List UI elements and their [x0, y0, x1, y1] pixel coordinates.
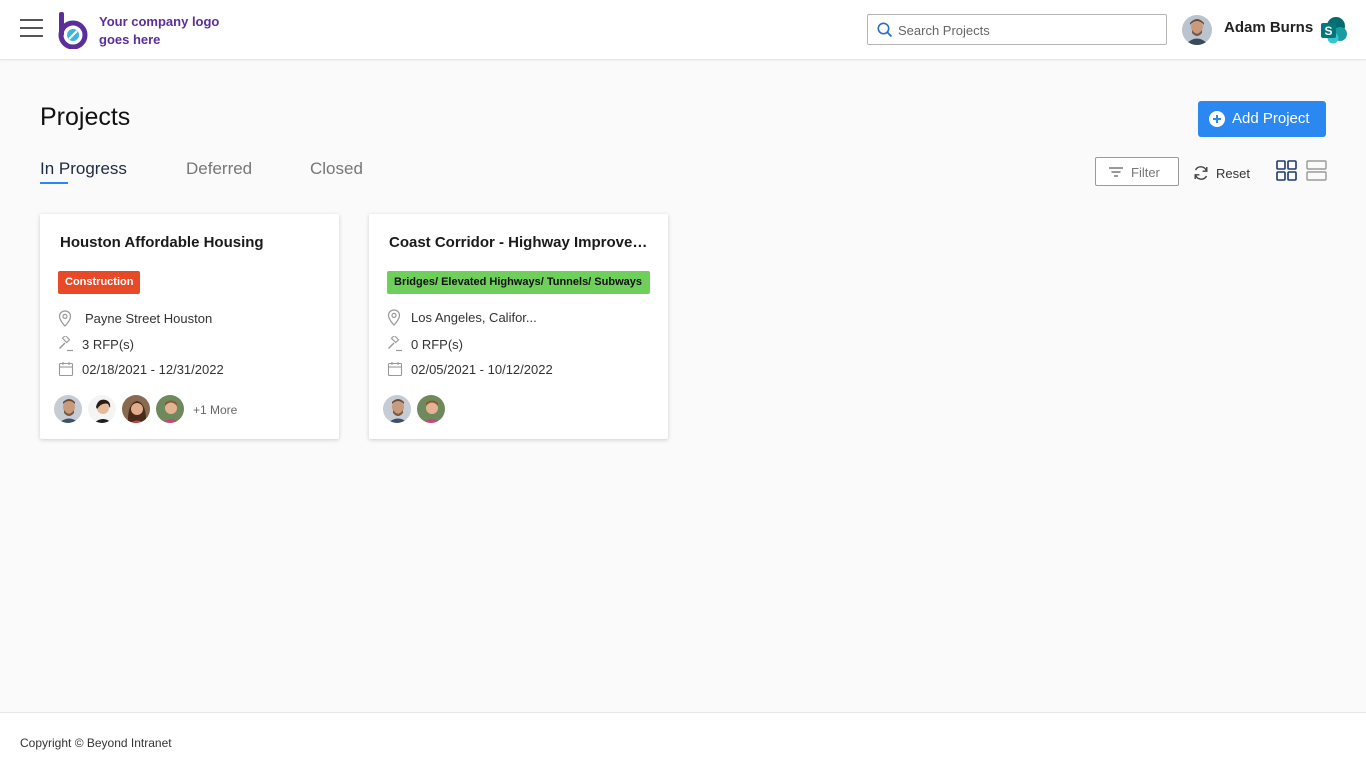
location-text: Payne Street Houston — [85, 311, 213, 326]
logo-icon[interactable] — [57, 11, 89, 49]
rfp-count: 0 RFP(s) — [411, 337, 463, 352]
menu-icon[interactable] — [20, 19, 43, 37]
gavel-icon — [59, 336, 73, 352]
user-avatar[interactable] — [1182, 15, 1212, 45]
refresh-icon — [1194, 166, 1208, 180]
date-range: 02/18/2021 - 12/31/2022 — [82, 362, 224, 377]
calendar-icon — [387, 362, 403, 377]
avatar[interactable] — [382, 394, 412, 424]
sharepoint-letter: S — [1324, 24, 1332, 38]
tab-deferred[interactable]: Deferred — [186, 159, 252, 179]
tab-closed[interactable]: Closed — [310, 159, 363, 179]
filter-label: Filter — [1131, 165, 1160, 180]
gavel-icon — [388, 336, 402, 352]
calendar-icon — [58, 362, 74, 377]
search-box[interactable] — [867, 14, 1167, 45]
top-header: Your company logo goes here Adam Burns S — [0, 0, 1366, 60]
project-title[interactable]: Coast Corridor - Highway Improvement — [389, 234, 651, 251]
add-project-button[interactable]: Add Project — [1198, 101, 1326, 137]
tab-active-indicator — [40, 182, 68, 184]
list-view-icon[interactable] — [1306, 160, 1327, 181]
category-badge: Bridges/ Elevated Highways/ Tunnels/ Sub… — [387, 271, 650, 294]
search-input[interactable] — [898, 19, 1160, 41]
project-card[interactable]: Houston Affordable Housing Construction … — [40, 214, 339, 439]
add-project-label: Add Project — [1232, 110, 1310, 127]
location-text: Los Angeles, Califor... — [411, 310, 537, 325]
tab-in-progress[interactable]: In Progress — [40, 159, 127, 179]
location-pin-icon — [58, 310, 72, 327]
category-badge: Construction — [58, 271, 141, 294]
more-members[interactable]: +1 More — [193, 403, 237, 417]
project-card[interactable]: Coast Corridor - Highway Improvement Bri… — [369, 214, 668, 439]
reset-label: Reset — [1216, 166, 1250, 181]
project-title[interactable]: Houston Affordable Housing — [60, 234, 322, 251]
rfp-count: 3 RFP(s) — [82, 337, 134, 352]
footer: Copyright © Beyond Intranet — [0, 712, 1366, 768]
plus-circle-icon — [1209, 111, 1225, 127]
avatar[interactable] — [416, 394, 446, 424]
page-title: Projects — [40, 103, 131, 131]
copyright-text: Copyright © Beyond Intranet — [20, 736, 172, 750]
filter-icon — [1109, 167, 1123, 177]
user-name[interactable]: Adam Burns — [1224, 19, 1313, 36]
sharepoint-icon[interactable]: S — [1319, 16, 1347, 44]
search-icon — [877, 22, 893, 38]
avatar[interactable] — [155, 394, 185, 424]
avatar[interactable] — [87, 394, 117, 424]
avatar[interactable] — [53, 394, 83, 424]
grid-view-icon[interactable] — [1276, 160, 1297, 181]
date-range: 02/05/2021 - 10/12/2022 — [411, 362, 553, 377]
location-pin-icon — [387, 309, 401, 326]
logo-text: Your company logo goes here — [99, 14, 220, 47]
avatar[interactable] — [121, 394, 151, 424]
filter-button[interactable]: Filter — [1095, 157, 1179, 186]
